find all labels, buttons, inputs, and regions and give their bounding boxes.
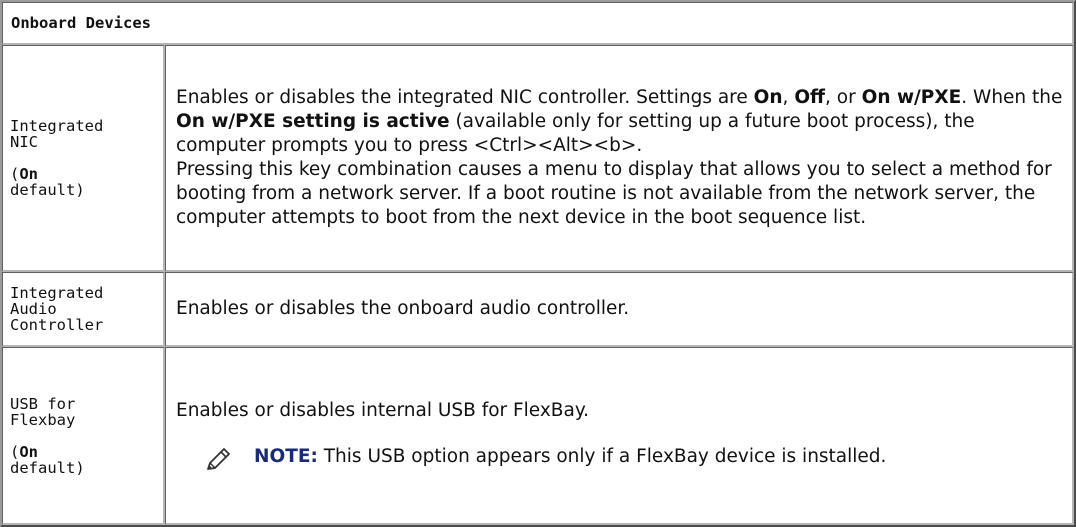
label-line: Integrated bbox=[10, 117, 104, 135]
default-setting: (On default) bbox=[10, 165, 85, 199]
table-row: Integrated Audio Controller Enables or d… bbox=[2, 272, 1074, 347]
option-description: Enables or disables the integrated NIC c… bbox=[165, 45, 1074, 272]
description-paragraph: Enables or disables internal USB for Fle… bbox=[176, 400, 590, 421]
label-line: Audio bbox=[10, 300, 57, 318]
table-row: USB for Flexbay (On default) Enables or d… bbox=[2, 347, 1074, 525]
description-paragraph: Enables or disables the integrated NIC c… bbox=[176, 87, 1063, 156]
default-setting: (On default) bbox=[10, 442, 85, 477]
pencil-note-icon bbox=[204, 446, 232, 472]
note-block: NOTE: This USB option appears only if a … bbox=[176, 445, 1064, 472]
description-paragraph: Pressing this key combination causes a m… bbox=[176, 159, 1052, 228]
option-description: Enables or disables the onboard audio co… bbox=[165, 272, 1074, 347]
label-line: Controller bbox=[10, 316, 104, 334]
option-description: Enables or disables internal USB for Fle… bbox=[165, 347, 1074, 525]
option-label: Integrated NIC (On default) bbox=[2, 45, 165, 272]
table-row: Integrated NIC (On default) Enables or di… bbox=[2, 45, 1074, 272]
option-label: Integrated Audio Controller bbox=[2, 272, 165, 347]
table-header-row: Onboard Devices bbox=[2, 2, 1074, 45]
label-line: Flexbay bbox=[10, 410, 76, 429]
label-line: USB for bbox=[10, 394, 76, 413]
label-line: Integrated bbox=[10, 284, 104, 302]
option-label: USB for Flexbay (On default) bbox=[2, 347, 165, 525]
section-title: Onboard Devices bbox=[2, 2, 1074, 45]
label-line: NIC bbox=[10, 133, 38, 151]
onboard-devices-table: Onboard Devices Integrated NIC (On defaul… bbox=[0, 0, 1076, 527]
note-text: NOTE: This USB option appears only if a … bbox=[254, 446, 887, 467]
